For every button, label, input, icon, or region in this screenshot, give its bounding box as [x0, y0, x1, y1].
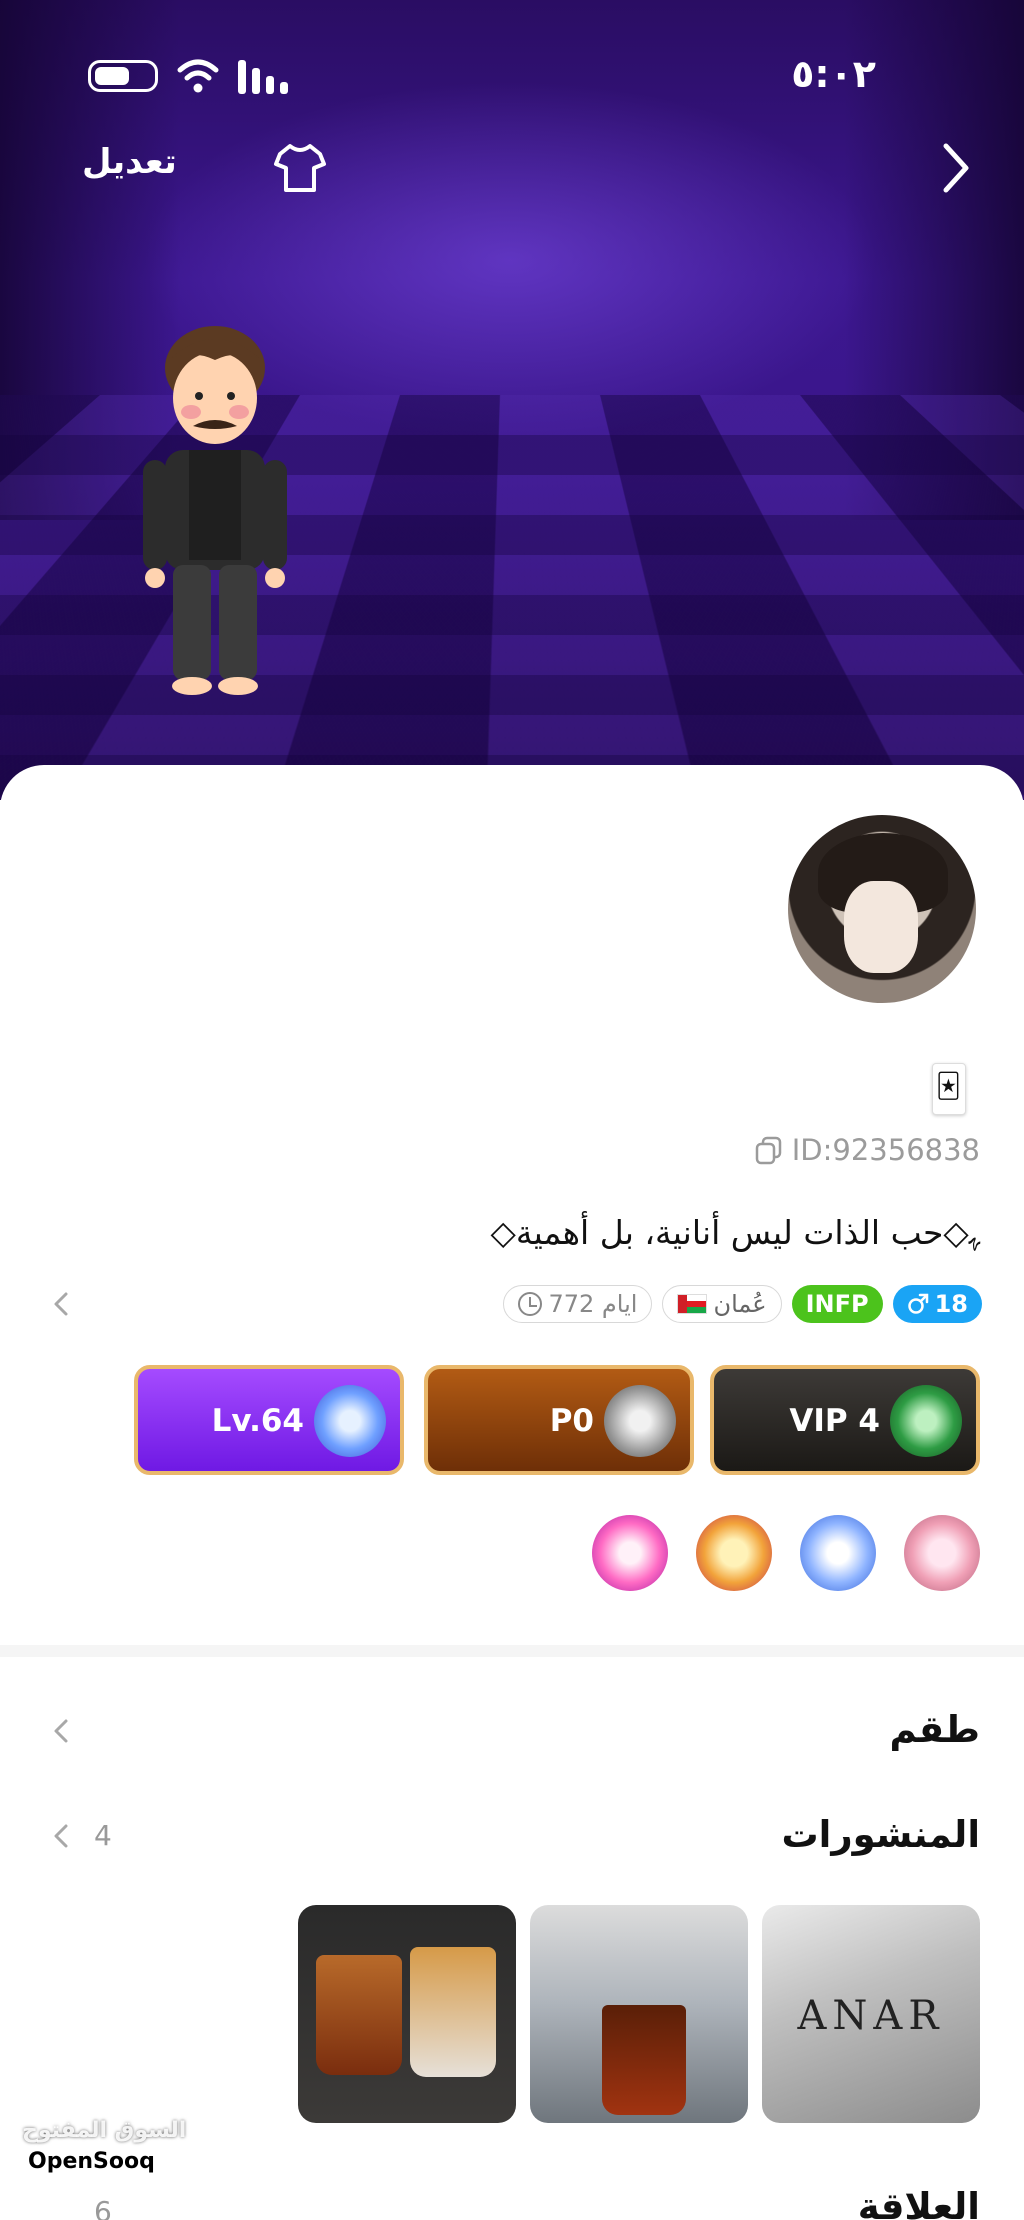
section-divider — [0, 1645, 1024, 1657]
post-thumbnail[interactable] — [530, 1905, 748, 2123]
vip-badge[interactable]: VIP 4 — [710, 1365, 980, 1475]
medal-badges — [592, 1515, 980, 1591]
relation-section-title[interactable]: العلاقة — [858, 2185, 980, 2220]
wifi-icon — [177, 59, 219, 93]
joker-card-icon — [932, 1063, 966, 1115]
clock-icon — [518, 1292, 543, 1316]
days-tag: 772 ايام — [503, 1285, 653, 1323]
copy-icon[interactable] — [754, 1135, 784, 1165]
age-gender-tag: 18 — [892, 1285, 982, 1323]
post-thumbnail[interactable] — [298, 1905, 516, 2123]
male-icon — [907, 1293, 928, 1314]
avatar-character[interactable] — [135, 320, 295, 700]
battery-icon — [88, 60, 158, 92]
p-rank-badge[interactable]: P0 — [424, 1365, 694, 1475]
posts-grid: ANAR — [298, 1905, 980, 2123]
chevron-right-icon[interactable] — [928, 140, 984, 196]
user-id-row[interactable]: ID:92356838 — [754, 1133, 980, 1167]
rank-badges: VIP 4 P0 Lv.64 — [134, 1365, 980, 1475]
country-value: عُمان — [713, 1290, 767, 1318]
age-value: 18 — [934, 1290, 968, 1318]
posts-chevron-left-icon[interactable] — [46, 1820, 78, 1852]
p-rank-label: P0 — [549, 1403, 594, 1439]
crystal-medal-icon[interactable] — [904, 1515, 980, 1591]
crown-emblem-icon — [314, 1385, 386, 1457]
posts-section-title[interactable]: المنشورات — [782, 1813, 981, 1856]
opensooq-watermark: السوق المفتوح OpenSooq — [22, 2118, 186, 2176]
profile-tags: 18 INFP عُمان 772 ايام — [503, 1285, 982, 1323]
user-id: ID:92356838 — [791, 1133, 980, 1167]
level-badge[interactable]: Lv.64 — [134, 1365, 404, 1475]
edit-button[interactable]: تعديل — [82, 142, 177, 182]
profile-photo[interactable] — [788, 815, 976, 1003]
coffee-cup — [410, 1947, 496, 2077]
watermark-english: OpenSooq — [22, 2147, 161, 2176]
gift-medal-icon[interactable] — [592, 1515, 668, 1591]
days-value: 772 ايام — [548, 1290, 638, 1318]
oman-flag-icon — [677, 1294, 708, 1314]
scroll-medal-icon[interactable] — [696, 1515, 772, 1591]
status-time: ٥:٠٢ — [791, 52, 876, 96]
vip-emblem-icon — [890, 1385, 962, 1457]
blue-crown-medal-icon[interactable] — [800, 1515, 876, 1591]
mbti-value: INFP — [805, 1290, 869, 1318]
status-bar: ٥:٠٢ — [0, 52, 1024, 102]
relation-count: 6 — [94, 2195, 112, 2220]
watermark-arabic: السوق المفتوح — [22, 2118, 187, 2143]
set-chevron-left-icon[interactable] — [46, 1715, 78, 1747]
signal-icon — [238, 60, 288, 94]
coffee-cup — [316, 1955, 402, 2075]
post-logo: ANAR — [797, 1993, 945, 2039]
post-thumbnail[interactable]: ANAR — [762, 1905, 980, 2123]
mbti-tag: INFP — [791, 1285, 883, 1323]
posts-count: 4 — [94, 1819, 112, 1852]
level-label: Lv.64 — [211, 1403, 304, 1439]
top-actions: تعديل — [0, 140, 1024, 200]
profile-card: ID:92356838 ﮩ◇حب الذات ليس أنانية، بل أه… — [0, 765, 1024, 2220]
coffee-cup — [602, 2005, 686, 2115]
avatar-stage: ٥:٠٢ تعديل — [0, 0, 1024, 800]
set-section-title[interactable]: طقم — [890, 1708, 981, 1751]
tags-chevron-left-icon[interactable] — [46, 1288, 78, 1320]
country-tag: عُمان — [662, 1285, 782, 1323]
photo-face — [844, 881, 918, 973]
wings-emblem-icon — [604, 1385, 676, 1457]
bio-text: ﮩ◇حب الذات ليس أنانية، بل أهمية◇ — [490, 1213, 980, 1252]
shirt-icon[interactable] — [272, 140, 328, 196]
vip-label: VIP 4 — [789, 1403, 880, 1439]
